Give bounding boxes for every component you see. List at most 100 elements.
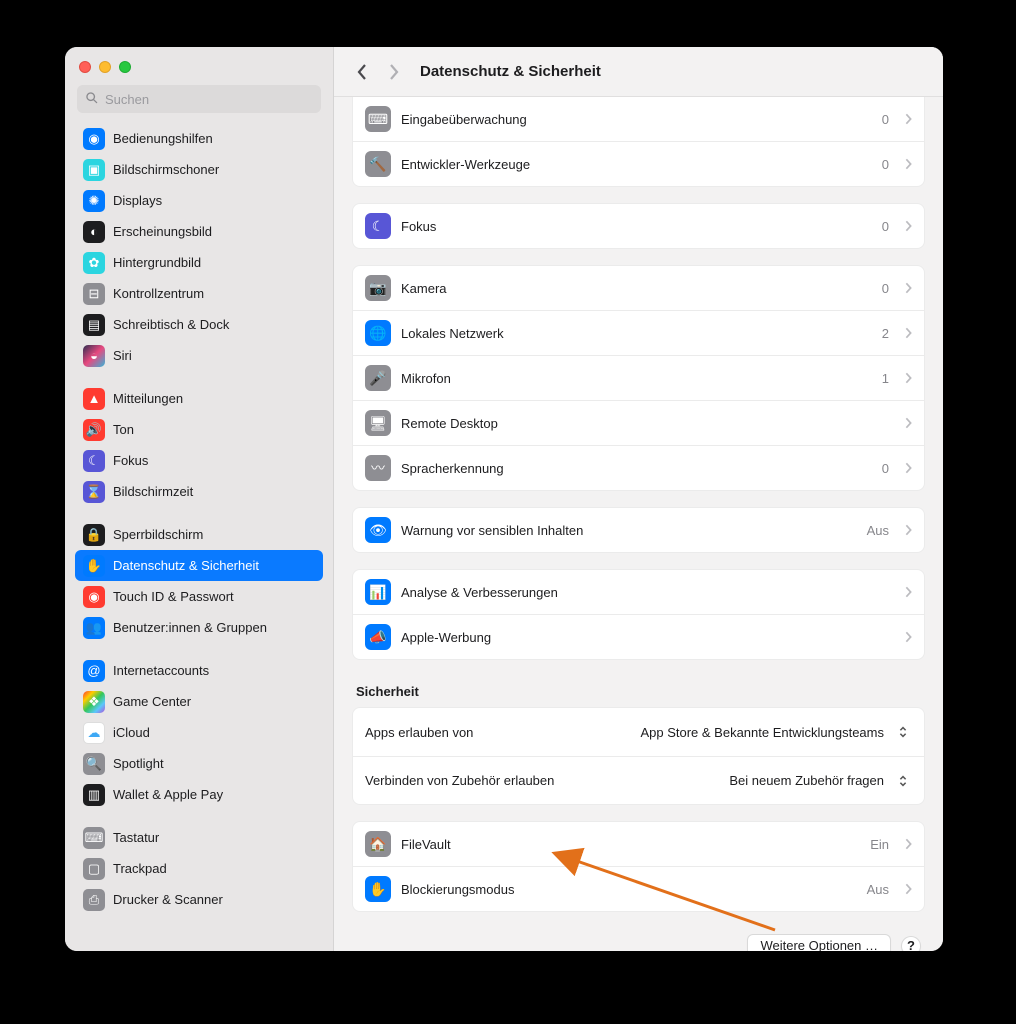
wallet-icon: ▥ <box>83 784 105 806</box>
sidebar-item-control-center[interactable]: ⊟Kontrollzentrum <box>75 278 323 309</box>
privacy-row-focus[interactable]: ☾Fokus0 <box>353 204 924 248</box>
updown-icon <box>898 773 912 789</box>
security-row-filevault[interactable]: 🏠FileVaultEin <box>353 822 924 866</box>
privacy-row-ads[interactable]: 📣Apple-Werbung <box>353 614 924 659</box>
devtools-icon: 🔨 <box>365 151 391 177</box>
sidebar-item-users[interactable]: 👥Benutzer:innen & Gruppen <box>75 612 323 643</box>
toolbar: Datenschutz & Sicherheit <box>334 47 943 97</box>
chevron-right-icon <box>905 524 912 536</box>
sidebar-item-label: Displays <box>113 193 162 208</box>
speech-icon: 〰 <box>365 455 391 481</box>
security-select-row[interactable]: Verbinden von Zubehör erlaubenBei neuem … <box>353 756 924 804</box>
minimize-window-button[interactable] <box>99 61 111 73</box>
remote-icon: 🖥 <box>365 410 391 436</box>
privacy-row-speech[interactable]: 〰Spracherkennung0 <box>353 445 924 490</box>
network-icon: 🌐 <box>365 320 391 346</box>
chevron-right-icon <box>905 327 912 339</box>
search-field[interactable] <box>77 85 321 113</box>
privacy-row-camera[interactable]: 📷Kamera0 <box>353 266 924 310</box>
sidebar-item-privacy[interactable]: ✋Datenschutz & Sicherheit <box>75 550 323 581</box>
row-value: 0 <box>882 281 889 296</box>
privacy-row-analytics[interactable]: 📊Analyse & Verbesserungen <box>353 570 924 614</box>
row-label: FileVault <box>401 837 860 852</box>
sidebar-item-displays[interactable]: ✺ Displays <box>75 185 323 216</box>
privacy-row-keyboard-input[interactable]: ⌨Eingabeüberwachung0 <box>353 97 924 141</box>
row-label: Apps erlauben von <box>365 725 630 740</box>
sidebar: ◉Bedienungshilfen▣Bildschirmschoner ✺ Disp… <box>65 47 334 951</box>
search-input[interactable] <box>105 92 313 107</box>
sidebar-item-printer[interactable]: ⎙ Drucker & Scanner <box>75 884 323 915</box>
more-options-button[interactable]: Weitere Optionen … <box>747 934 891 951</box>
sidebar-item-internet[interactable]: @Internetaccounts <box>75 655 323 686</box>
sidebar-item-siri[interactable]: ◒Siri <box>75 340 323 371</box>
chevron-right-icon <box>905 417 912 429</box>
sensitive-icon: 👁 <box>365 517 391 543</box>
row-label: Verbinden von Zubehör erlauben <box>365 773 719 788</box>
back-button[interactable] <box>352 62 372 82</box>
sidebar-item-screentime[interactable]: ⌛Bildschirmzeit <box>75 476 323 507</box>
sidebar-item-sound[interactable]: 🔊Ton <box>75 414 323 445</box>
row-value: 2 <box>882 326 889 341</box>
notifications-icon: ▲ <box>83 388 105 410</box>
chevron-right-icon <box>905 220 912 232</box>
sidebar-item-gamecenter[interactable]: ❖Game Center <box>75 686 323 717</box>
printer-icon: ⎙ <box>83 889 105 911</box>
row-label: Spracherkennung <box>401 461 872 476</box>
sidebar-item-accessibility[interactable]: ◉Bedienungshilfen <box>75 123 323 154</box>
chevron-right-icon <box>905 462 912 474</box>
sidebar-item-label: Game Center <box>113 694 191 709</box>
chevron-right-icon <box>905 282 912 294</box>
screensaver-icon: ▣ <box>83 159 105 181</box>
security-section-title: Sicherheit <box>356 684 921 699</box>
sidebar-item-appearance[interactable]: ◐Erscheinungsbild <box>75 216 323 247</box>
sidebar-item-touchid[interactable]: ◉Touch ID & Passwort <box>75 581 323 612</box>
privacy-row-devtools[interactable]: 🔨Entwickler-Werkzeuge0 <box>353 141 924 186</box>
close-window-button[interactable] <box>79 61 91 73</box>
chevron-right-icon <box>905 586 912 598</box>
dock-icon: ▤ <box>83 314 105 336</box>
privacy-row-network[interactable]: 🌐Lokales Netzwerk2 <box>353 310 924 355</box>
forward-button[interactable] <box>384 62 404 82</box>
content: ⌨Eingabeüberwachung0 🔨 Entwickler-Werkzeug… <box>334 97 943 951</box>
row-value: 0 <box>882 112 889 127</box>
sidebar-item-label: Ton <box>113 422 134 437</box>
sidebar-item-focus[interactable]: ☾Fokus <box>75 445 323 476</box>
sidebar-item-label: Datenschutz & Sicherheit <box>113 558 259 573</box>
sidebar-item-wallet[interactable]: ▥Wallet & Apple Pay <box>75 779 323 810</box>
security-select-row[interactable]: Apps erlauben von App Store & Bekannte En… <box>353 708 924 756</box>
sidebar-item-label: Bedienungshilfen <box>113 131 213 146</box>
privacy-row-microphone[interactable]: 🎤Mikrofon1 <box>353 355 924 400</box>
icloud-icon: ☁ <box>83 722 105 744</box>
updown-icon <box>898 724 912 740</box>
zoom-window-button[interactable] <box>119 61 131 73</box>
sidebar-item-notifications[interactable]: ▲Mitteilungen <box>75 383 323 414</box>
sidebar-item-lockscreen[interactable]: 🔒Sperrbildschirm <box>75 519 323 550</box>
row-value: App Store & Bekannte Entwicklungsteams <box>640 725 884 740</box>
sidebar-item-keyboard[interactable]: ⌨Tastatur <box>75 822 323 853</box>
lockdown-icon: ✋ <box>365 876 391 902</box>
sidebar-item-label: iCloud <box>113 725 150 740</box>
chevron-right-icon <box>905 113 912 125</box>
row-value: Aus <box>867 523 889 538</box>
search-icon <box>85 91 99 108</box>
sidebar-item-wallpaper[interactable]: ✿Hintergrundbild <box>75 247 323 278</box>
chevron-right-icon <box>905 158 912 170</box>
sidebar-item-trackpad[interactable]: ▢Trackpad <box>75 853 323 884</box>
keyboard-icon: ⌨ <box>83 827 105 849</box>
sidebar-item-icloud[interactable]: ☁ iCloud <box>75 717 323 748</box>
displays-icon: ✺ <box>83 190 105 212</box>
page-title: Datenschutz & Sicherheit <box>420 63 601 80</box>
security-row-lockdown[interactable]: ✋BlockierungsmodusAus <box>353 866 924 911</box>
sidebar-item-label: Trackpad <box>113 861 167 876</box>
chevron-right-icon <box>905 372 912 384</box>
sidebar-item-spotlight[interactable]: 🔍Spotlight <box>75 748 323 779</box>
row-label: Entwickler-Werkzeuge <box>401 157 872 172</box>
sidebar-item-screensaver[interactable]: ▣Bildschirmschoner <box>75 154 323 185</box>
sidebar-item-label: Drucker & Scanner <box>113 892 223 907</box>
help-button[interactable]: ? <box>901 936 921 952</box>
filevault-icon: 🏠 <box>365 831 391 857</box>
privacy-row-sensitive[interactable]: 👁Warnung vor sensiblen InhaltenAus <box>353 508 924 552</box>
internet-icon: @ <box>83 660 105 682</box>
privacy-row-remote[interactable]: 🖥Remote Desktop <box>353 400 924 445</box>
sidebar-item-dock[interactable]: ▤Schreibtisch & Dock <box>75 309 323 340</box>
